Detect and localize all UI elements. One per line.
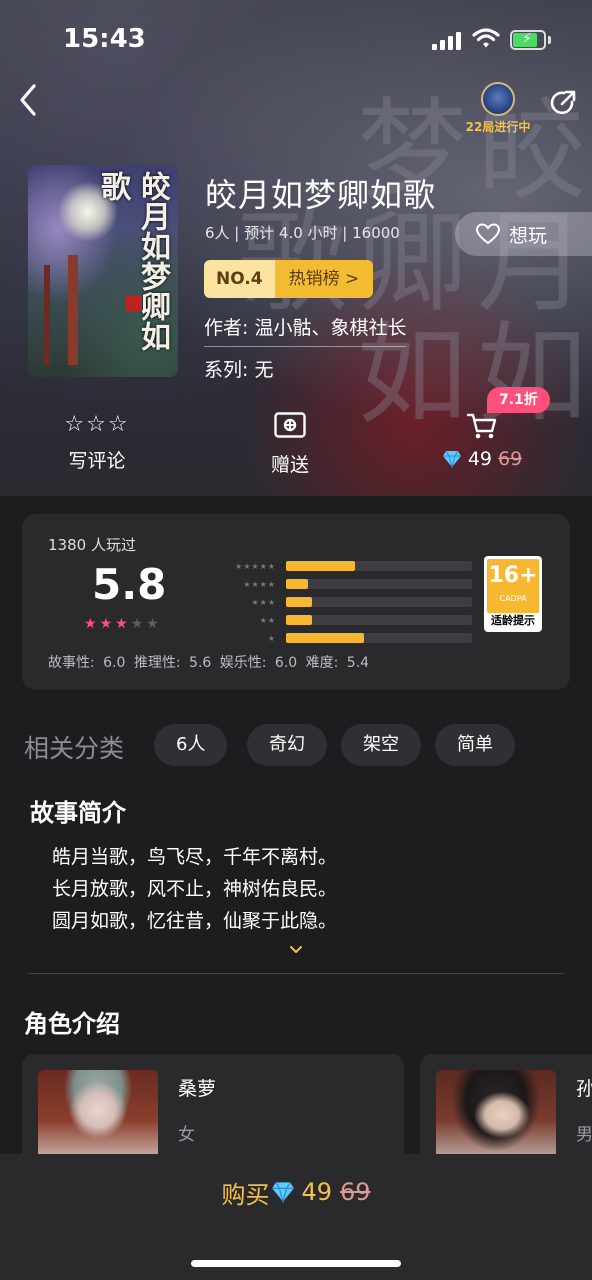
sub-scores: 故事性: 6.0 推理性: 5.6 娱乐性: 6.0 难度: 5.4	[48, 655, 370, 671]
character-gender: 男	[576, 1125, 592, 1145]
game-hero: 皎月如梦卿如歌 15:43 ⚡ 22局进行中 皎月如梦卿如歌 皎月如梦卿如歌 6	[0, 0, 592, 496]
distribution-row: ★★★	[212, 594, 472, 610]
hot-sale-rank-badge[interactable]: NO.4 热销榜 >	[204, 260, 374, 298]
character-name: 桑萝	[178, 1078, 217, 1100]
age-rating-org: CADPA	[499, 594, 527, 603]
distribution-stars: ★★★	[251, 597, 276, 607]
buy-original-price: 69	[340, 1178, 371, 1206]
cover-seal	[126, 295, 142, 311]
write-review-button[interactable]: ☆☆☆ 写评论	[55, 412, 139, 480]
distribution-row: ★★★★★	[212, 558, 472, 574]
star-filled-icon: ★	[99, 616, 116, 632]
rank-list-link[interactable]: 热销榜 >	[274, 260, 374, 298]
star-outline-icon: ☆☆☆	[64, 412, 130, 437]
categories-title: 相关分类	[24, 734, 125, 763]
authors-link[interactable]: 作者: 温小骷、象棋社长	[204, 313, 407, 347]
distribution-track	[286, 579, 472, 589]
story-title: 故事简介	[30, 799, 126, 827]
back-button[interactable]	[14, 82, 42, 118]
buy-price: 49	[301, 1178, 332, 1206]
cover-calligraphy: 皎月如梦卿如歌	[95, 171, 170, 351]
discount-badge: 7.1折	[487, 387, 550, 413]
gift-label: 赠送	[270, 454, 309, 476]
write-review-label: 写评论	[68, 450, 126, 472]
buy-label: 购买	[221, 1180, 270, 1209]
share-icon[interactable]	[548, 88, 578, 118]
story-line: 皓月当歌，鸟飞尽，千年不离村。	[52, 846, 338, 868]
gift-icon	[274, 412, 306, 438]
diamond-icon	[272, 1182, 295, 1203]
game-cover-image[interactable]: 皎月如梦卿如歌	[28, 165, 178, 377]
section-divider	[28, 973, 564, 974]
distribution-track	[286, 561, 472, 571]
running-game-avatar	[481, 82, 515, 116]
distribution-row: ★	[212, 630, 472, 646]
star-filled-icon: ★	[115, 616, 131, 632]
character-portrait	[436, 1070, 556, 1164]
diamond-icon	[442, 450, 461, 468]
character-gender: 女	[178, 1125, 195, 1145]
series-label: 系列: 无	[204, 359, 274, 381]
home-indicator[interactable]	[191, 1260, 401, 1267]
distribution-stars: ★	[267, 633, 276, 643]
distribution-bar	[286, 561, 355, 571]
gift-button[interactable]: 赠送	[248, 412, 332, 480]
category-chip[interactable]: 6人	[154, 724, 228, 766]
story-line: 长月放歌，风不止，神树佑良民。	[52, 878, 338, 900]
games-running-indicator[interactable]: 22局进行中	[460, 82, 536, 138]
distribution-track	[286, 633, 472, 643]
rating-score: 5.8	[92, 560, 167, 609]
distribution-row: ★★	[212, 612, 472, 628]
category-chip[interactable]: 奇幻	[247, 724, 327, 766]
distribution-stars: ★★★★★	[235, 561, 276, 571]
category-chip[interactable]: 架空	[341, 724, 421, 766]
cart-icon	[466, 413, 497, 439]
character-card[interactable]: 桑萝 女	[22, 1054, 404, 1164]
wifi-icon	[472, 28, 500, 48]
rank-number: NO.4	[204, 260, 275, 298]
age-rating-number: 16+	[488, 563, 538, 588]
want-to-play-button[interactable]: 想玩	[455, 212, 592, 256]
distribution-bar	[286, 633, 365, 643]
age-rating-badge[interactable]: 16+ CADPA 适龄提示	[484, 556, 542, 632]
games-running-text: 22局进行中	[465, 120, 531, 134]
character-portrait	[38, 1070, 158, 1164]
want-to-play-label: 想玩	[509, 224, 548, 247]
signal-icon	[432, 32, 462, 50]
rating-distribution: ★★★★★ ★★★★ ★★★ ★★ ★	[212, 558, 472, 648]
battery-icon: ⚡	[510, 30, 552, 50]
age-rating-tip: 适龄提示	[491, 614, 535, 627]
chevron-down-icon[interactable]	[289, 944, 303, 956]
star-filled-icon: ★	[84, 616, 100, 632]
cart-button[interactable]: 49 69	[432, 412, 532, 480]
distribution-stars: ★★	[259, 615, 276, 625]
rating-card: 1380 人玩过 5.8 ★★★★★ ★★★★★ ★★★★ ★★★ ★★ ★ 16+ C…	[22, 514, 570, 690]
cart-price: 49	[467, 448, 492, 470]
heart-icon	[475, 223, 501, 245]
distribution-bar	[286, 597, 313, 607]
cart-original-price: 69	[498, 448, 523, 470]
category-chip[interactable]: 简单	[435, 724, 515, 766]
game-title: 皎月如梦卿如歌	[205, 176, 437, 214]
distribution-stars: ★★★★	[243, 579, 276, 589]
distribution-track	[286, 615, 472, 625]
played-count: 1380 人玩过	[48, 536, 136, 554]
game-meta: 6人 | 预计 4.0 小时 | 16000	[205, 224, 400, 242]
character-card[interactable]: 孙 男	[420, 1054, 592, 1164]
distribution-row: ★★★★	[212, 576, 472, 592]
distribution-bar	[286, 615, 313, 625]
distribution-bar	[286, 579, 309, 589]
buy-bar: 购买 49 69	[0, 1154, 592, 1280]
story-line: 圆月如歌，忆往昔，仙聚于此隐。	[52, 910, 338, 932]
status-bar: 15:43 ⚡	[0, 0, 592, 80]
star-empty-icon: ★	[146, 616, 162, 632]
character-name: 孙	[576, 1078, 592, 1100]
status-time: 15:43	[63, 24, 146, 54]
buy-button[interactable]: 购买 49 69	[0, 1172, 592, 1212]
distribution-track	[286, 597, 472, 607]
rating-stars: ★★★★★	[84, 616, 162, 632]
star-empty-icon: ★	[130, 616, 147, 632]
characters-title: 角色介绍	[24, 1010, 120, 1038]
